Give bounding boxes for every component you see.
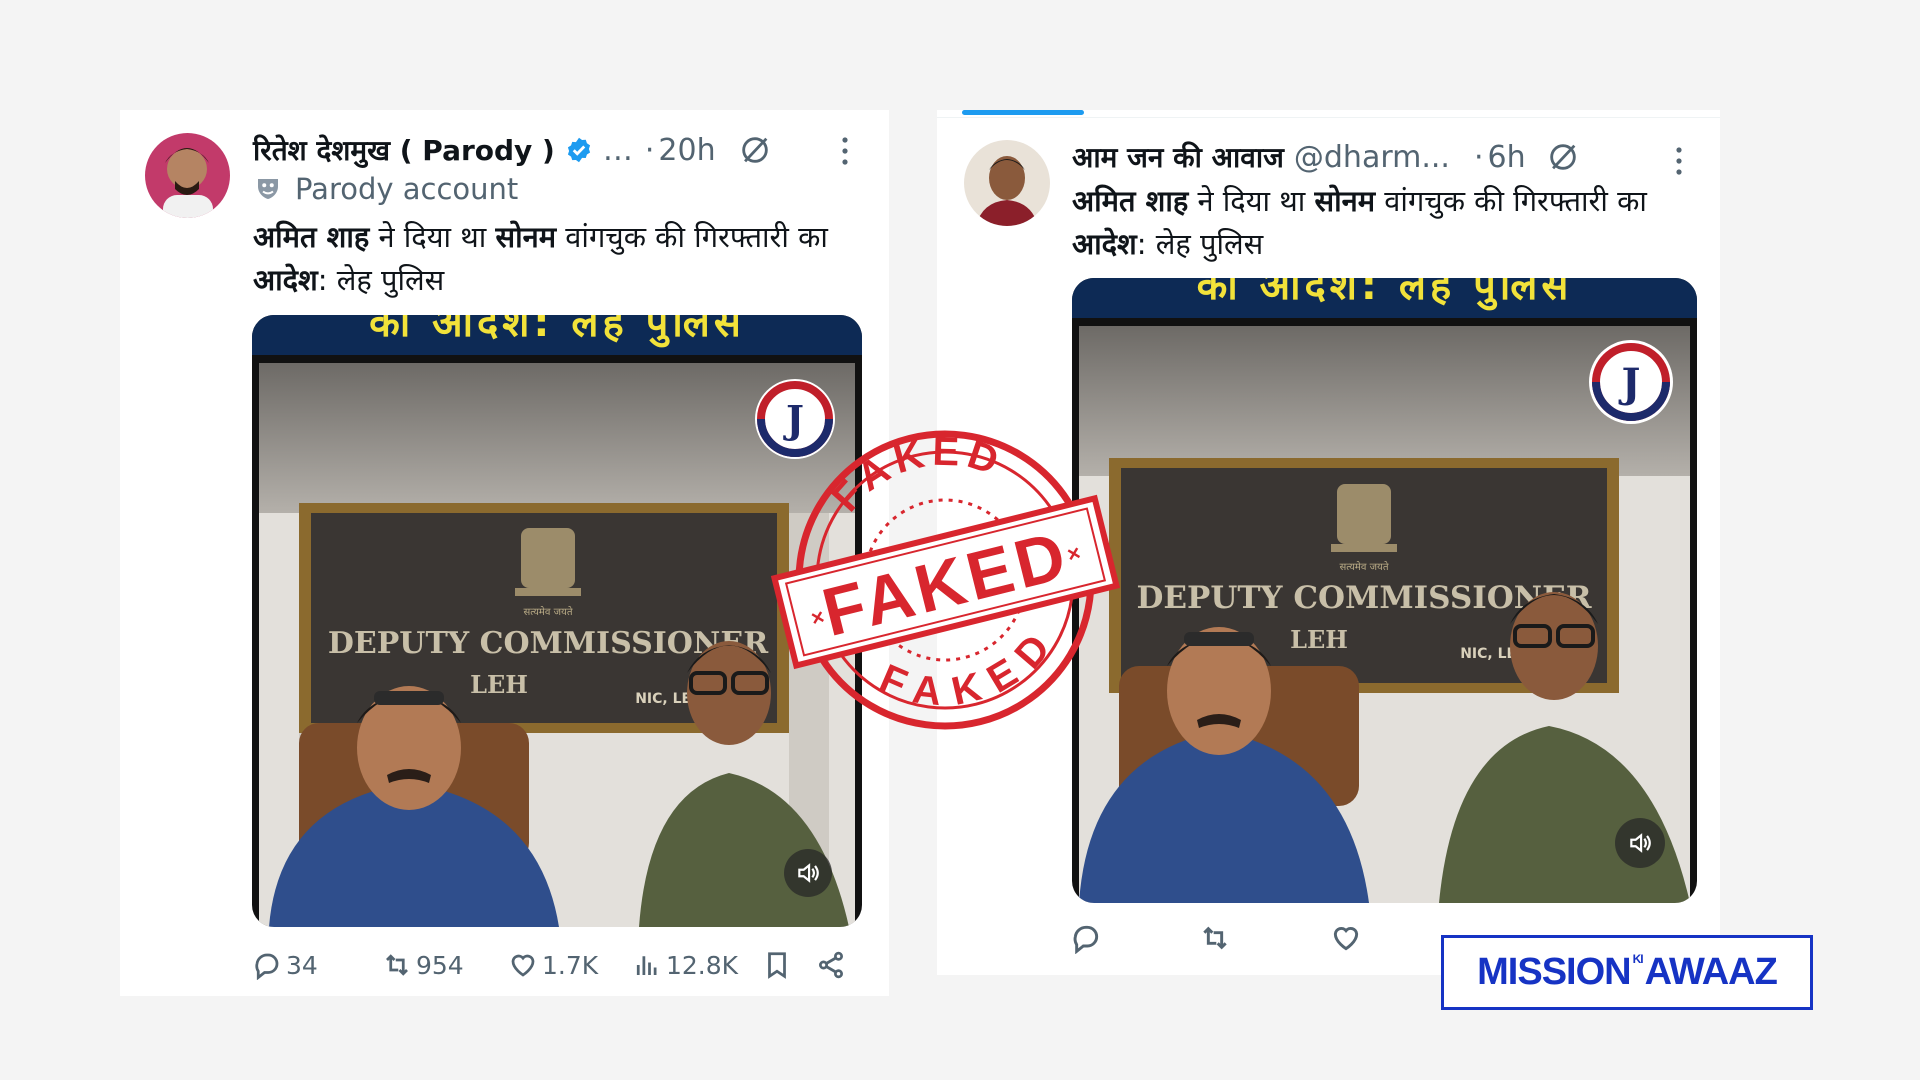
views-button[interactable]: 12.8K [632,950,738,980]
grok-slash-icon[interactable] [738,133,772,167]
more-options-icon[interactable] [840,134,850,172]
like-button[interactable]: 1.7K [508,950,598,980]
user-handle[interactable]: @dharm... [1294,140,1450,175]
svg-text:सत्यमेव जयते: सत्यमेव जयते [1339,561,1388,573]
parody-mask-icon [253,174,283,204]
like-button[interactable] [1330,922,1362,954]
svg-text:J: J [1619,360,1641,407]
share-button[interactable] [816,950,846,980]
name-ellipsis: … [602,132,633,168]
mission-ki-awaaz-logo: MISSION KI AWAAZ [1441,935,1813,1010]
divider [937,117,1720,118]
emblem-icon [1331,484,1397,552]
verified-badge-icon [565,136,593,164]
video-frame: सत्यमेव जयते DEPUTY COMMISSIONER LEH NIC… [259,363,855,927]
display-name[interactable]: आम जन की आवाज [1072,138,1284,176]
display-name[interactable]: रितेश देशमुख ( Parody ) [253,131,555,169]
avatar[interactable] [145,133,230,218]
separator-dot: · [1473,139,1484,175]
video-banner: का आदेश: लेह पुलिस [1072,278,1697,318]
tweet-video[interactable]: का आदेश: लेह पुलिस सत्यमेव जयते DEPUTY C… [1072,278,1697,903]
svg-text:LEH: LEH [470,670,528,699]
svg-text:सत्यमेव जयते: सत्यमेव जयते [523,606,572,618]
reply-button[interactable]: 34 [252,950,318,980]
views-count: 12.8K [666,950,739,980]
timestamp[interactable]: 6h [1488,140,1526,175]
tweet-text: अमित शाह ने दिया था सोनम वांगचुक की गिरफ… [1072,184,1647,261]
emblem-icon [515,528,581,596]
repost-button[interactable] [1199,922,1231,954]
channel-logo: J [1589,340,1673,424]
reply-count: 34 [286,950,318,980]
more-options-icon[interactable] [1674,144,1684,182]
separator-dot: · [644,132,655,168]
volume-icon[interactable] [784,849,832,897]
volume-icon[interactable] [1615,818,1665,868]
repost-button[interactable]: 954 [382,950,464,980]
timestamp[interactable]: 20h [658,133,715,168]
tweet-text: अमित शाह ने दिया था सोनम वांगचुक की गिरफ… [253,220,828,297]
like-count: 1.7K [542,950,599,980]
grok-slash-icon[interactable] [1546,140,1580,174]
avatar[interactable] [964,140,1050,226]
video-banner: का आदेश: लेह पुलिस [252,315,862,355]
repost-count: 954 [416,950,464,980]
video-frame: सत्यमेव जयते DEPUTY COMMISSIONER LEH NIC… [1079,326,1690,903]
svg-text:LEH: LEH [1290,625,1348,654]
faked-stamp: FAKED FAKED × × FAKED [770,411,1121,739]
bookmark-button[interactable] [762,950,792,980]
parody-label: Parody account [295,172,519,206]
reply-button[interactable] [1070,922,1102,954]
loading-progress-bar [962,110,1084,115]
